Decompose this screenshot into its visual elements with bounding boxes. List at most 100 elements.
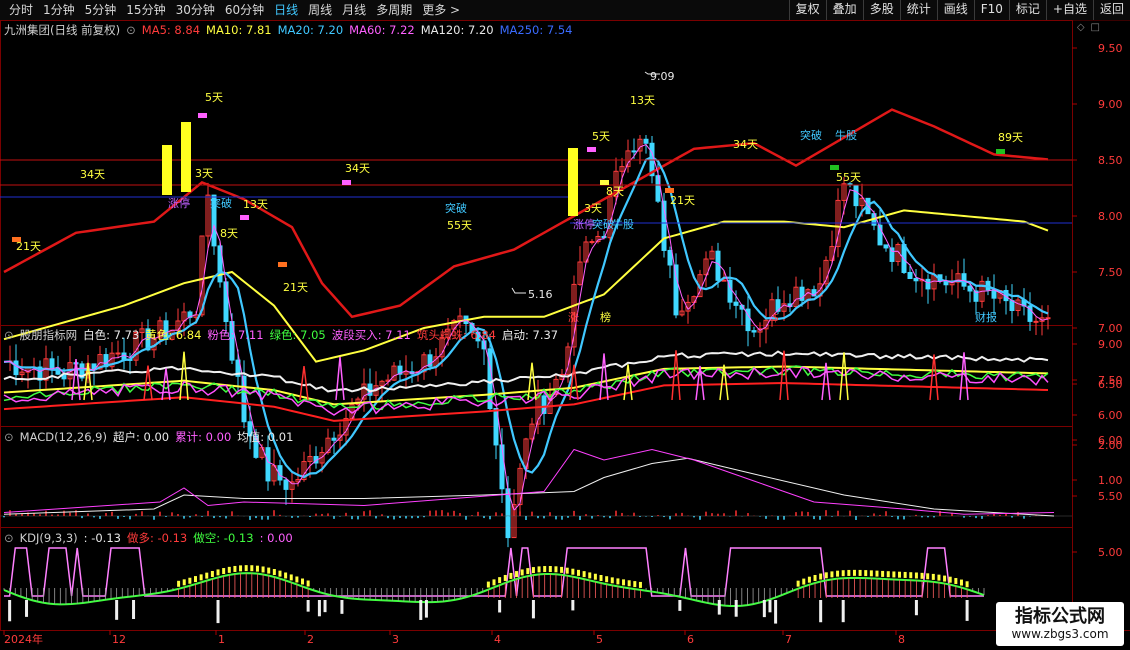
kdj-yellow-block: [881, 570, 885, 577]
event-tag: 榜: [600, 310, 611, 324]
kdj-yellow-block: [836, 570, 840, 577]
kdj-yellow-block: [633, 581, 637, 588]
cycle-annotation: 5天: [205, 91, 223, 104]
ma-value-0: MA5: 8.84: [141, 23, 201, 37]
kdj-yellow-block: [182, 579, 186, 586]
indicator-value-2: 粉色: 7.11: [207, 328, 264, 342]
kdj-yellow-block: [959, 579, 963, 586]
candle-body: [901, 244, 907, 273]
candle-body: [1009, 300, 1015, 311]
macd-panel-title[interactable]: MACD(12,26,9): [20, 430, 107, 444]
candle-body: [667, 249, 673, 266]
macd-dif-line: [3, 457, 1055, 517]
kdj-yellow-block: [227, 566, 231, 573]
kdj-yellow-block: [498, 577, 502, 584]
kdj-yellow-block: [515, 571, 519, 578]
chevron-down-icon[interactable]: ⊙: [4, 430, 14, 444]
kdj-yellow-block: [199, 574, 203, 581]
signal-label: 突破: [445, 201, 467, 215]
candle-body: [967, 285, 973, 292]
settings-chevron-icon[interactable]: ⊙: [126, 23, 136, 37]
kdj-yellow-block: [306, 580, 310, 587]
low-marker: [511, 287, 526, 294]
x-tick-label: 12: [112, 633, 126, 646]
x-tick-label: 2024年: [4, 632, 43, 646]
signal-label: 牛股: [835, 128, 857, 142]
indicator-spike: [695, 365, 705, 401]
kdj-yellow-block: [616, 578, 620, 585]
stock-chart[interactable]: 9.509.008.508.007.507.006.506.005.505.00…: [0, 0, 1130, 650]
cycle-annotation: 13天: [630, 94, 655, 107]
kdj-yellow-block: [605, 576, 609, 583]
indicator-spike: [527, 362, 537, 401]
y-tick-label: 5.50: [1098, 490, 1123, 503]
kdj-white-block: [768, 600, 772, 613]
watermark-url: www.zbgs3.com: [1011, 627, 1109, 641]
square-icon[interactable]: □: [1091, 22, 1100, 33]
kdj-yellow-block: [830, 571, 834, 578]
kdj-yellow-block: [543, 566, 547, 573]
kdj-white-block: [717, 600, 721, 615]
candle-body: [913, 277, 919, 282]
signal-label: 突破: [592, 217, 614, 231]
signal-marker: [996, 149, 1005, 154]
signal-marker: [198, 113, 207, 118]
indicator-spike: [929, 354, 939, 401]
candle-body: [499, 444, 505, 490]
candle-body: [331, 437, 337, 441]
kdj-white-block: [841, 600, 845, 623]
kdj-yellow-block: [554, 566, 558, 573]
signal-marker: [240, 215, 249, 220]
indicator-panel-title[interactable]: 股朋指标网: [20, 327, 78, 343]
cycle-annotation: 21天: [283, 281, 308, 294]
x-tick-label: 4: [494, 633, 501, 646]
y-tick-label: 7.00: [1098, 322, 1123, 335]
kdj-yellow-block: [571, 568, 575, 575]
highlight-bar: [162, 145, 172, 195]
cycle-annotation: 8天: [220, 227, 238, 240]
ma-value-1: MA10: 7.81: [206, 23, 272, 37]
kdj-yellow-block: [892, 571, 896, 578]
kdj-yellow-block: [239, 565, 243, 572]
panel-frame: [0, 20, 1073, 326]
kdj-white-block: [734, 600, 738, 617]
kdj-panel-title[interactable]: KDJ(9,3,3): [20, 531, 78, 545]
kdj-yellow-block: [824, 572, 828, 579]
chevron-down-icon[interactable]: ⊙: [4, 531, 14, 545]
signal-label: 突破: [210, 196, 232, 210]
ma-value-4: MA120: 7.20: [420, 23, 494, 37]
high-price-label: 9.09: [650, 70, 675, 83]
kdj-yellow-block: [858, 569, 862, 576]
kdj-yellow-block: [638, 581, 642, 588]
macd-value-1: 累计: 0.00: [175, 430, 232, 444]
kdj-white-block: [678, 600, 682, 611]
kdj-yellow-block: [177, 580, 181, 587]
candle-body: [13, 360, 19, 376]
event-tag: 涨: [568, 311, 579, 324]
signal-marker: [665, 188, 674, 193]
kdj-yellow-block: [216, 569, 220, 576]
main-panel-title[interactable]: 九洲集团(日线 前复权): [4, 22, 120, 38]
kdj-yellow-block: [588, 572, 592, 579]
candle-body: [907, 271, 913, 279]
signal-marker: [278, 262, 287, 267]
x-tick-label: 1: [218, 633, 225, 646]
y-tick-label: 8.50: [1098, 154, 1123, 167]
kdj-yellow-block: [796, 580, 800, 587]
kdj-yellow-block: [267, 567, 271, 574]
diamond-icon[interactable]: ◇: [1077, 22, 1085, 33]
x-tick-label: 3: [392, 633, 399, 646]
indicator-value-3: 绿色: 7.05: [269, 328, 326, 342]
kdj-white-block: [115, 600, 119, 620]
main-panel-legend: 九洲集团(日线 前复权) ⊙ MA5: 8.84 MA10: 7.81 MA20: …: [4, 22, 572, 38]
y-tick-label: 9.00: [1098, 338, 1123, 351]
x-tick-label: 6: [687, 633, 694, 646]
watermark-title: 指标公式网: [1015, 606, 1105, 627]
kdj-yellow-block: [272, 569, 276, 576]
kdj-yellow-block: [909, 572, 913, 579]
ma-value-2: MA20: 7.20: [277, 23, 344, 37]
kdj-white-block: [424, 600, 428, 618]
low-price-label: 5.16: [528, 288, 553, 301]
chevron-down-icon[interactable]: ⊙: [4, 328, 14, 342]
kdj-yellow-block: [284, 572, 288, 579]
